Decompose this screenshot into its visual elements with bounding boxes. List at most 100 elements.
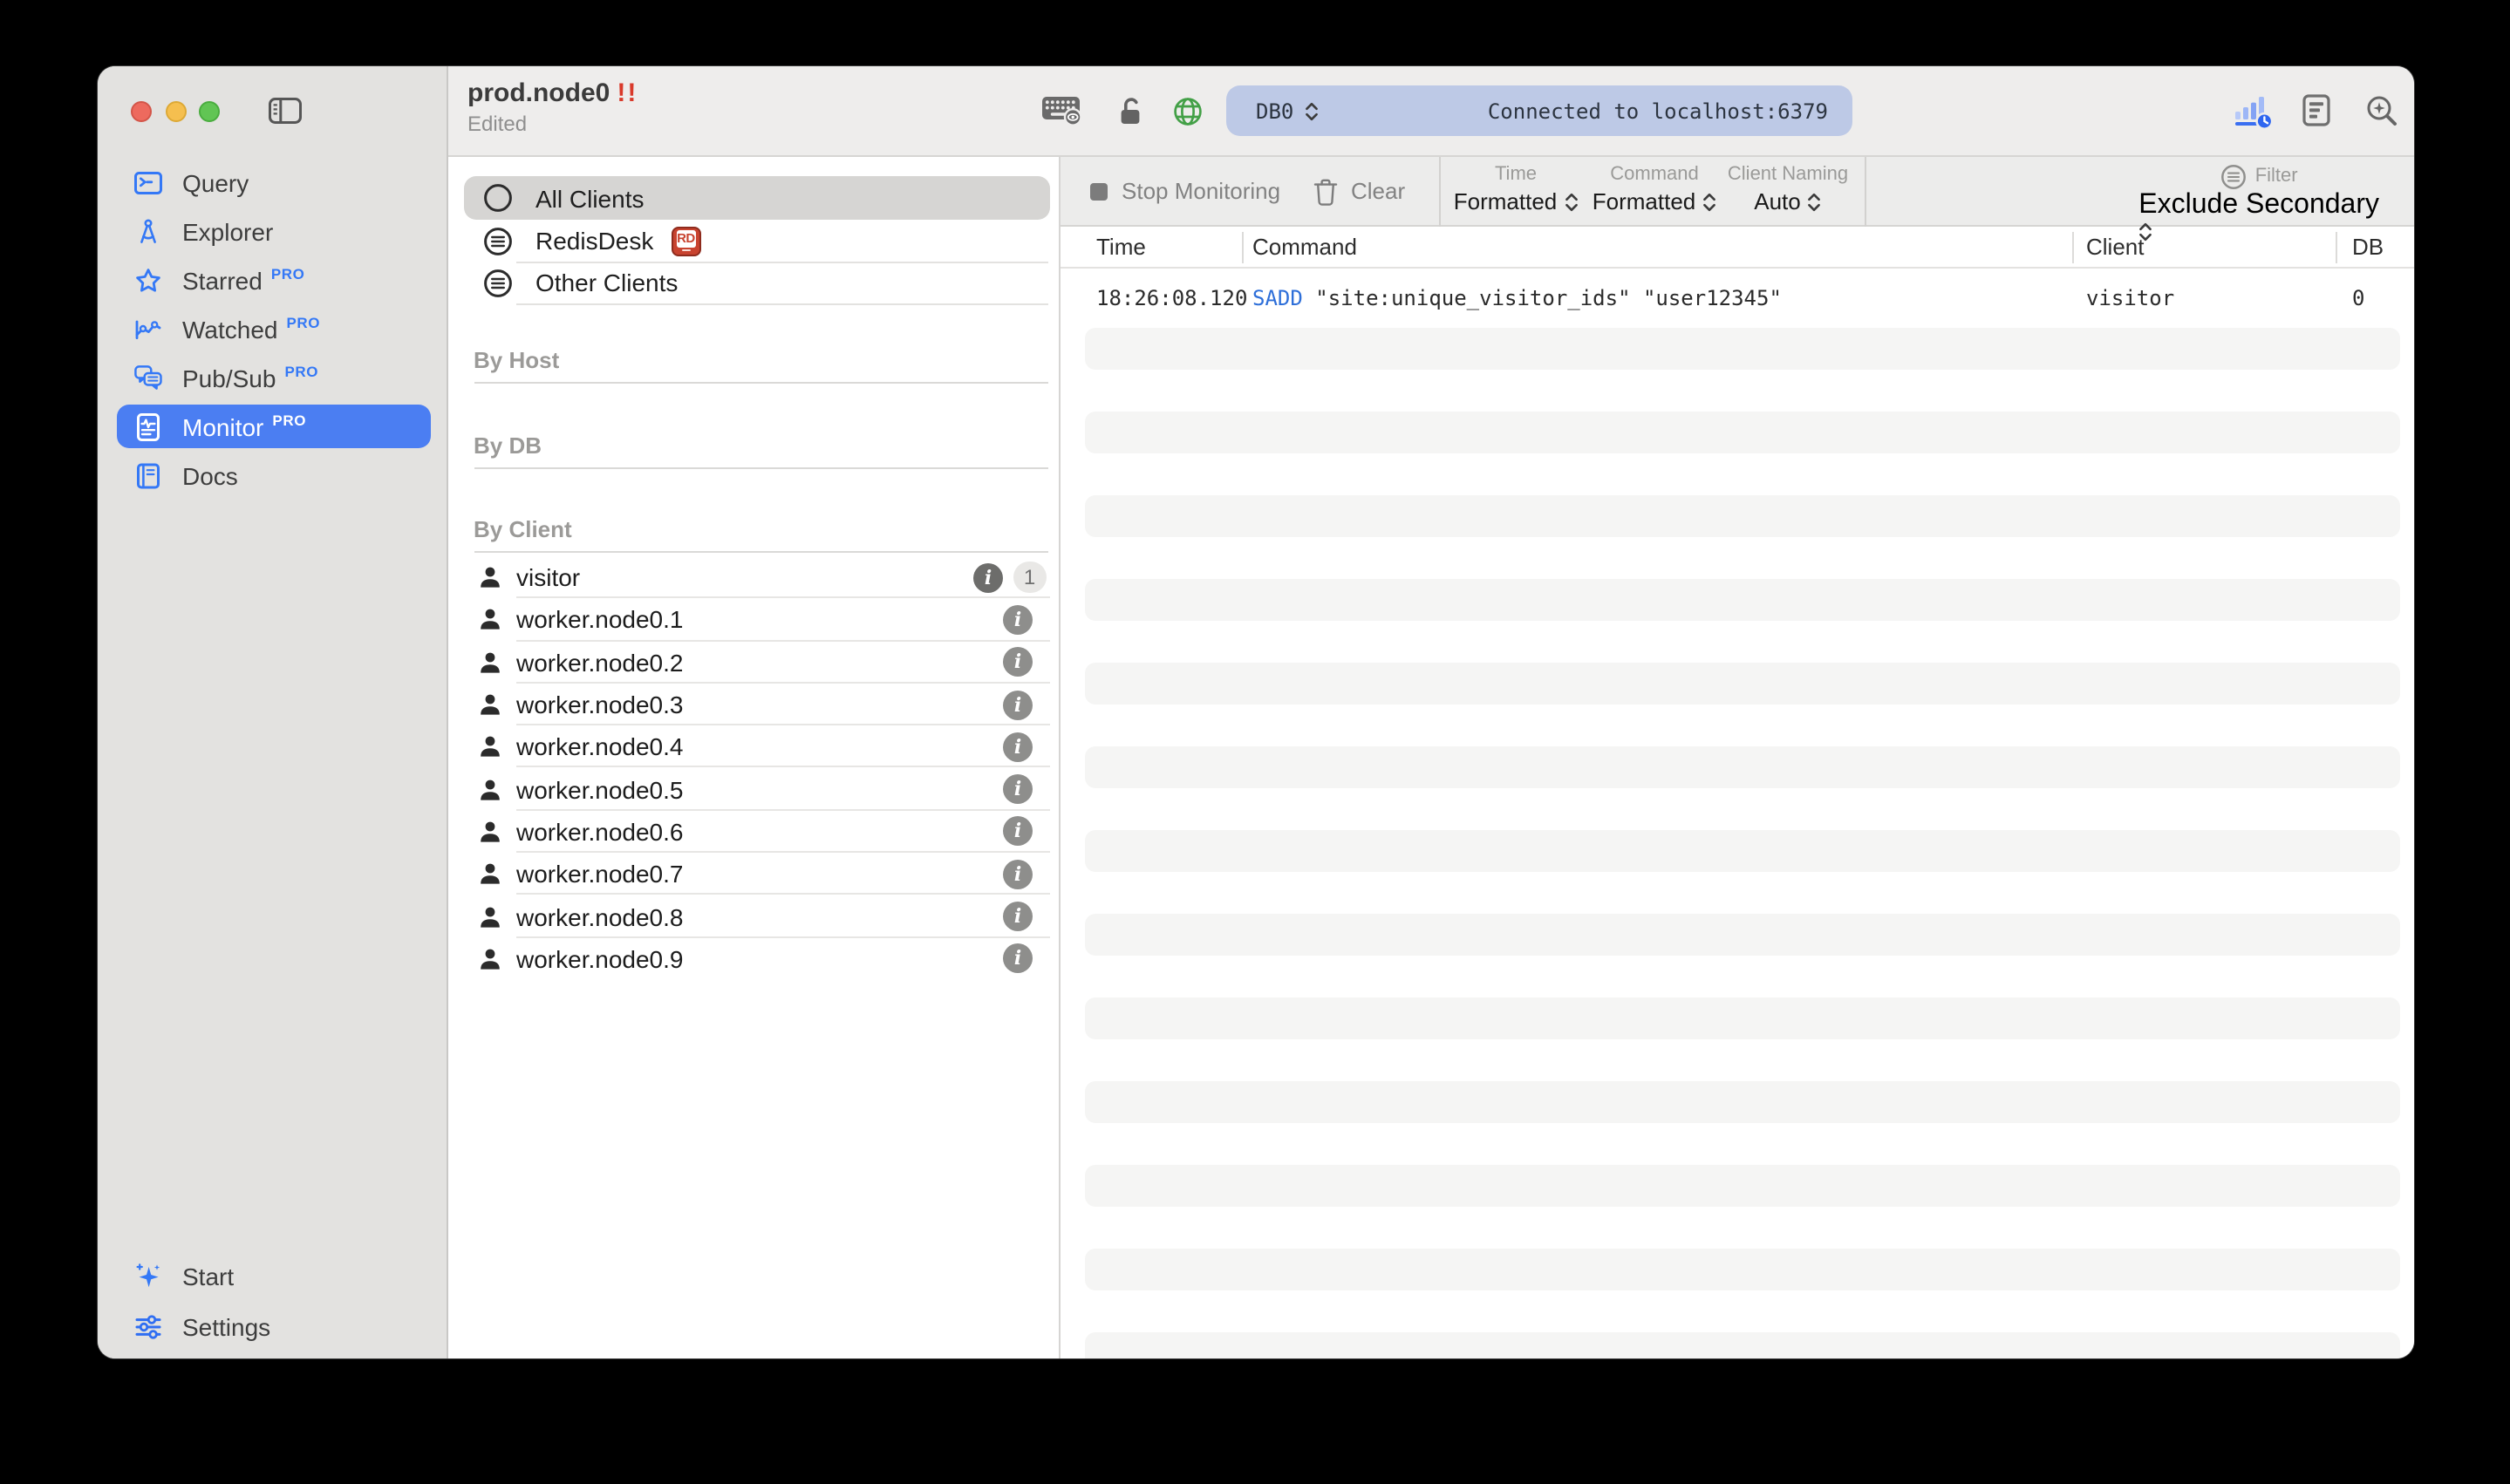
empty-row-stripe (1084, 745, 2400, 787)
minimize-window-button[interactable] (165, 101, 186, 122)
info-icon[interactable]: i (1003, 647, 1033, 677)
filter-value: Exclude Secondary (2138, 189, 2379, 219)
command-args: "site:unique_visitor_ids" "user12345" (1315, 286, 1782, 310)
sidebar-item-docs[interactable]: Docs (116, 453, 430, 497)
sidebar-item-pubsub[interactable]: Pub/SubPRO (116, 356, 430, 399)
report-icon[interactable] (2302, 66, 2330, 156)
sidebar-item-monitor[interactable]: Monitor PRO (116, 405, 430, 448)
client-name: worker.node0.6 (516, 818, 683, 846)
app-window: QueryExplorerStarredPROWatchedPROPub/Sub… (98, 66, 2414, 1358)
client-group-label: RedisDesk (535, 227, 653, 255)
client-name: worker.node0.4 (516, 733, 683, 761)
screen: QueryExplorerStarredPROWatchedPROPub/Sub… (0, 0, 2510, 1484)
info-icon[interactable]: i (1003, 732, 1033, 762)
dropdown-value-row[interactable]: Auto (1713, 186, 1863, 217)
client-row[interactable]: worker.node0.5i (448, 768, 1060, 811)
keyboard-icon[interactable] (1041, 66, 1083, 156)
zoom-search-icon[interactable] (2365, 66, 2398, 156)
close-window-button[interactable] (131, 101, 152, 122)
info-icon[interactable]: i (1003, 774, 1033, 804)
info-icon[interactable]: i (1003, 944, 1033, 974)
sparkle-icon (133, 1262, 161, 1290)
client-row[interactable]: worker.node0.7i (448, 853, 1060, 895)
client-row[interactable]: worker.node0.1 i (448, 599, 1060, 642)
empty-row-stripe (1084, 411, 2400, 453)
pro-badge: PRO (286, 313, 320, 330)
info-icon[interactable]: i (973, 562, 1003, 592)
client-group-label: Other Clients (535, 269, 678, 296)
client-row[interactable]: visitor i1 (448, 556, 1060, 599)
dropdown-label: Command (1579, 163, 1729, 186)
client-row[interactable]: worker.node0.3i (448, 684, 1060, 726)
client-row[interactable]: worker.node0.9i (448, 937, 1060, 980)
empty-row-stripe (1084, 662, 2400, 704)
client-name: worker.node0.8 (516, 902, 683, 930)
pro-badge: PRO (272, 411, 306, 428)
empty-row-stripe (1084, 913, 2400, 955)
person-icon (478, 735, 502, 759)
person-icon (478, 565, 502, 589)
sidebar-item-query[interactable]: Query (116, 160, 430, 204)
info-icon[interactable]: i (1003, 605, 1033, 635)
client-row[interactable]: worker.node0.4 i (448, 725, 1060, 768)
sidebar-item-watched[interactable]: Watched PRO (116, 307, 430, 351)
chart-clock-icon[interactable] (2233, 66, 2273, 156)
sidebar-item-settings[interactable]: Settings (116, 1304, 430, 1348)
client-name: worker.node0.1 (516, 606, 683, 634)
info-icon[interactable]: i (1003, 859, 1033, 888)
divider (474, 466, 1047, 468)
redisdesk-app-icon: RD (671, 226, 700, 255)
sidebar-item-label: Starred (182, 266, 263, 294)
client-group-other-clients[interactable]: Other Clients (448, 262, 1060, 303)
info-icon[interactable]: i (1003, 690, 1033, 719)
empty-row-stripe (1084, 1248, 2400, 1290)
clear-button[interactable]: Clear (1313, 156, 1405, 226)
db-selector[interactable]: DB0 (1256, 99, 1293, 123)
db-connection-pill[interactable]: DB0 Connected to localhost:6379 (1226, 85, 1852, 136)
time-dropdown[interactable]: TimeFormatted (1441, 163, 1591, 217)
client-row[interactable]: worker.node0.2i (448, 641, 1060, 684)
sidebar-item-label: Monitor (182, 412, 263, 440)
toolbar-divider (1865, 156, 1866, 226)
log-row[interactable]: 18:26:08.120SADD "site:unique_visitor_id… (1060, 269, 2414, 327)
person-icon (478, 820, 502, 844)
stop-monitoring-button[interactable]: Stop Monitoring (1090, 156, 1280, 226)
dropdown-value-row[interactable]: Formatted (1579, 186, 1729, 217)
client-row[interactable]: worker.node0.6 i (448, 811, 1060, 854)
sidebar-item-explorer[interactable]: Explorer (116, 209, 430, 253)
connection-status: Connected to localhost:6379 (1488, 99, 1828, 123)
column-header-client: Client (2086, 226, 2145, 269)
client-count-badge: 1 (1013, 562, 1046, 594)
dropdown-value-row[interactable]: Formatted (1441, 186, 1591, 217)
table-header: TimeCommandClientDB (1060, 226, 2414, 269)
empty-row-stripe (1084, 578, 2400, 620)
person-icon (478, 608, 502, 632)
client-name: visitor (516, 563, 580, 591)
redisdesk-app-icon-base (681, 248, 690, 251)
dropdown-label: Time (1441, 163, 1591, 186)
sidebar-toggle-icon[interactable] (269, 98, 302, 124)
sidebar-item-label: Docs (182, 461, 238, 489)
person-icon (478, 777, 502, 801)
clients-panel: All ClientsRedisDeskRDOther Clients By H… (448, 156, 1060, 1358)
sidebar-item-starred[interactable]: StarredPRO (116, 258, 430, 302)
zoom-window-button[interactable] (199, 101, 220, 122)
info-icon[interactable]: i (1003, 817, 1033, 847)
client-group-redisdesk[interactable]: RedisDesk RD (448, 220, 1060, 262)
client-group-all-clients[interactable]: All Clients (448, 177, 1060, 219)
sidebar-footer: Start Settings (116, 1254, 430, 1355)
star-icon (133, 266, 161, 294)
compass-icon (133, 217, 161, 245)
lock-open-icon[interactable] (1116, 66, 1144, 156)
sidebar-item-label: Watched (182, 315, 277, 343)
globe-icon[interactable] (1172, 66, 1204, 156)
command-dropdown[interactable]: CommandFormatted (1579, 163, 1729, 217)
empty-row-stripe (1084, 327, 2400, 369)
sidebar-item-label: Settings (182, 1312, 270, 1340)
client-naming-dropdown[interactable]: Client NamingAuto (1713, 163, 1863, 217)
window-subtitle: Edited (467, 112, 638, 136)
client-row[interactable]: worker.node0.8 i (448, 895, 1060, 938)
chevron-updown-icon (1808, 191, 1822, 212)
sidebar-item-start[interactable]: Start (116, 1254, 430, 1297)
info-icon[interactable]: i (1003, 902, 1033, 931)
